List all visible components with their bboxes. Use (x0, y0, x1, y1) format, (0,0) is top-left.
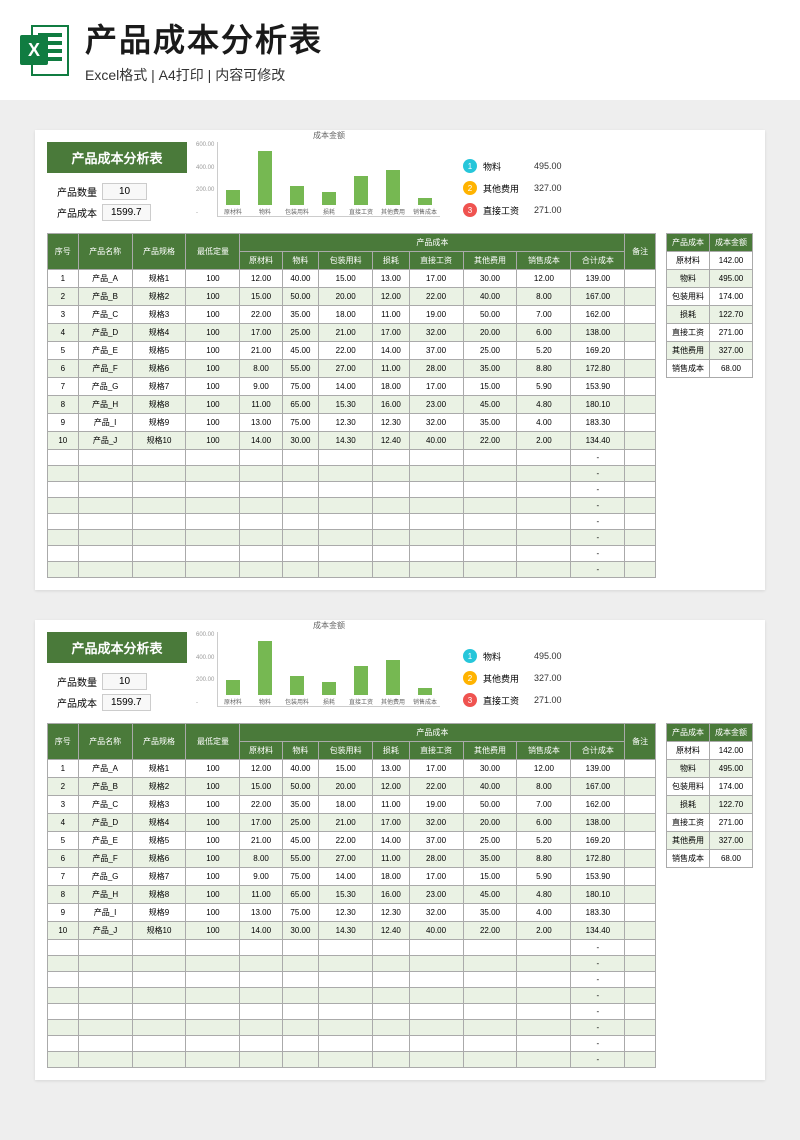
chart-bar: 直接工资 (352, 176, 370, 216)
side-row: 包装用料174.00 (667, 288, 753, 306)
chart-bar: 损耗 (320, 682, 338, 706)
legend-item: 2其他费用327.00 (463, 671, 562, 685)
table-row-empty: - (48, 1036, 656, 1052)
cost-bar-chart: 成本金额 600.00400.00200.00- 原材料物料包装用料损耗直接工资… (217, 632, 440, 707)
side-row: 损耗122.70 (667, 306, 753, 324)
table-row: 10产品_J规格1010014.0030.0014.3012.4040.0022… (48, 432, 656, 450)
table-row: 4产品_D规格410017.0025.0021.0017.0032.0020.0… (48, 324, 656, 342)
side-row: 直接工资271.00 (667, 814, 753, 832)
chart-bar: 销售成本 (416, 198, 434, 216)
info-qty: 产品数量10 (47, 673, 187, 690)
side-row: 包装用料174.00 (667, 778, 753, 796)
legend-item: 1物料495.00 (463, 159, 562, 173)
table-row-empty: - (48, 1020, 656, 1036)
legend-item: 1物料495.00 (463, 649, 562, 663)
chart-bar: 物料 (256, 641, 274, 706)
excel-icon: X (20, 23, 70, 78)
chart-bar: 销售成本 (416, 688, 434, 706)
table-row: 5产品_E规格510021.0045.0022.0014.0037.0025.0… (48, 832, 656, 850)
info-cost: 产品成本1599.7 (47, 694, 187, 711)
table-row-empty: - (48, 514, 656, 530)
side-row: 物料495.00 (667, 760, 753, 778)
chart-bar: 其他费用 (384, 170, 402, 216)
chart-bar: 包装用料 (288, 186, 306, 216)
chart-bar: 包装用料 (288, 676, 306, 706)
table-row: 2产品_B规格210015.0050.0020.0012.0022.0040.0… (48, 288, 656, 306)
page-title: 产品成本分析表 (85, 15, 323, 61)
legend-item: 2其他费用327.00 (463, 181, 562, 195)
info-qty: 产品数量10 (47, 183, 187, 200)
spreadsheet-preview: 产品成本分析表 产品数量10 产品成本1599.7 成本金额 600.00400… (35, 130, 765, 590)
chart-bar: 原材料 (224, 680, 242, 706)
chart-bar: 损耗 (320, 192, 338, 216)
legend-item: 3直接工资271.00 (463, 693, 562, 707)
table-row-empty: - (48, 450, 656, 466)
table-row-empty: - (48, 988, 656, 1004)
side-row: 其他费用327.00 (667, 832, 753, 850)
table-row-empty: - (48, 972, 656, 988)
chart-legend: 1物料495.00 2其他费用327.00 3直接工资271.00 (463, 159, 562, 217)
table-row: 1产品_A规格110012.0040.0015.0013.0017.0030.0… (48, 760, 656, 778)
table-row-empty: - (48, 1004, 656, 1020)
side-row: 销售成本68.00 (667, 850, 753, 868)
side-row: 原材料142.00 (667, 742, 753, 760)
sheet-title: 产品成本分析表 (47, 632, 187, 663)
chart-legend: 1物料495.00 2其他费用327.00 3直接工资271.00 (463, 649, 562, 707)
table-row-empty: - (48, 1052, 656, 1068)
table-row: 2产品_B规格210015.0050.0020.0012.0022.0040.0… (48, 778, 656, 796)
page-header: X 产品成本分析表 Excel格式 | A4打印 | 内容可修改 (0, 0, 800, 100)
table-row: 7产品_G规格71009.0075.0014.0018.0017.0015.00… (48, 868, 656, 886)
table-row: 9产品_I规格910013.0075.0012.3012.3032.0035.0… (48, 904, 656, 922)
table-row: 10产品_J规格1010014.0030.0014.3012.4040.0022… (48, 922, 656, 940)
spreadsheet-preview: 产品成本分析表 产品数量10 产品成本1599.7 成本金额 600.00400… (35, 620, 765, 1080)
table-row: 3产品_C规格310022.0035.0018.0011.0019.0050.0… (48, 796, 656, 814)
table-row-empty: - (48, 482, 656, 498)
table-row: 1产品_A规格110012.0040.0015.0013.0017.0030.0… (48, 270, 656, 288)
table-row: 9产品_I规格910013.0075.0012.3012.3032.0035.0… (48, 414, 656, 432)
chart-bar: 物料 (256, 151, 274, 216)
main-cost-table: 序号产品名称产品规格最低定量产品成本备注 原材料物料包装用料损耗直接工资其他费用… (47, 723, 656, 1068)
side-row: 销售成本68.00 (667, 360, 753, 378)
side-row: 损耗122.70 (667, 796, 753, 814)
legend-item: 3直接工资271.00 (463, 203, 562, 217)
table-row: 3产品_C规格310022.0035.0018.0011.0019.0050.0… (48, 306, 656, 324)
svg-text:X: X (28, 40, 40, 60)
table-row-empty: - (48, 562, 656, 578)
table-row: 6产品_F规格61008.0055.0027.0011.0028.0035.00… (48, 850, 656, 868)
side-row: 物料495.00 (667, 270, 753, 288)
table-row-empty: - (48, 498, 656, 514)
cost-bar-chart: 成本金额 600.00400.00200.00- 原材料物料包装用料损耗直接工资… (217, 142, 440, 217)
summary-table: 产品成本成本金额 原材料142.00物料495.00包装用料174.00损耗12… (666, 233, 753, 378)
side-row: 其他费用327.00 (667, 342, 753, 360)
side-row: 直接工资271.00 (667, 324, 753, 342)
table-row: 8产品_H规格810011.0065.0015.3016.0023.0045.0… (48, 886, 656, 904)
header-text: 产品成本分析表 Excel格式 | A4打印 | 内容可修改 (85, 15, 323, 85)
page-subtitle: Excel格式 | A4打印 | 内容可修改 (85, 65, 323, 85)
chart-bar: 原材料 (224, 190, 242, 216)
table-row: 4产品_D规格410017.0025.0021.0017.0032.0020.0… (48, 814, 656, 832)
preview-area: 产品成本分析表 产品数量10 产品成本1599.7 成本金额 600.00400… (0, 100, 800, 1140)
sheet-title: 产品成本分析表 (47, 142, 187, 173)
table-row-empty: - (48, 530, 656, 546)
table-row-empty: - (48, 940, 656, 956)
table-row: 5产品_E规格510021.0045.0022.0014.0037.0025.0… (48, 342, 656, 360)
chart-bar: 直接工资 (352, 666, 370, 706)
table-row-empty: - (48, 546, 656, 562)
info-cost: 产品成本1599.7 (47, 204, 187, 221)
main-cost-table: 序号产品名称产品规格最低定量产品成本备注 原材料物料包装用料损耗直接工资其他费用… (47, 233, 656, 578)
table-row-empty: - (48, 956, 656, 972)
summary-table: 产品成本成本金额 原材料142.00物料495.00包装用料174.00损耗12… (666, 723, 753, 868)
table-row: 7产品_G规格71009.0075.0014.0018.0017.0015.00… (48, 378, 656, 396)
table-row: 6产品_F规格61008.0055.0027.0011.0028.0035.00… (48, 360, 656, 378)
table-row: 8产品_H规格810011.0065.0015.3016.0023.0045.0… (48, 396, 656, 414)
chart-bar: 其他费用 (384, 660, 402, 706)
table-row-empty: - (48, 466, 656, 482)
side-row: 原材料142.00 (667, 252, 753, 270)
